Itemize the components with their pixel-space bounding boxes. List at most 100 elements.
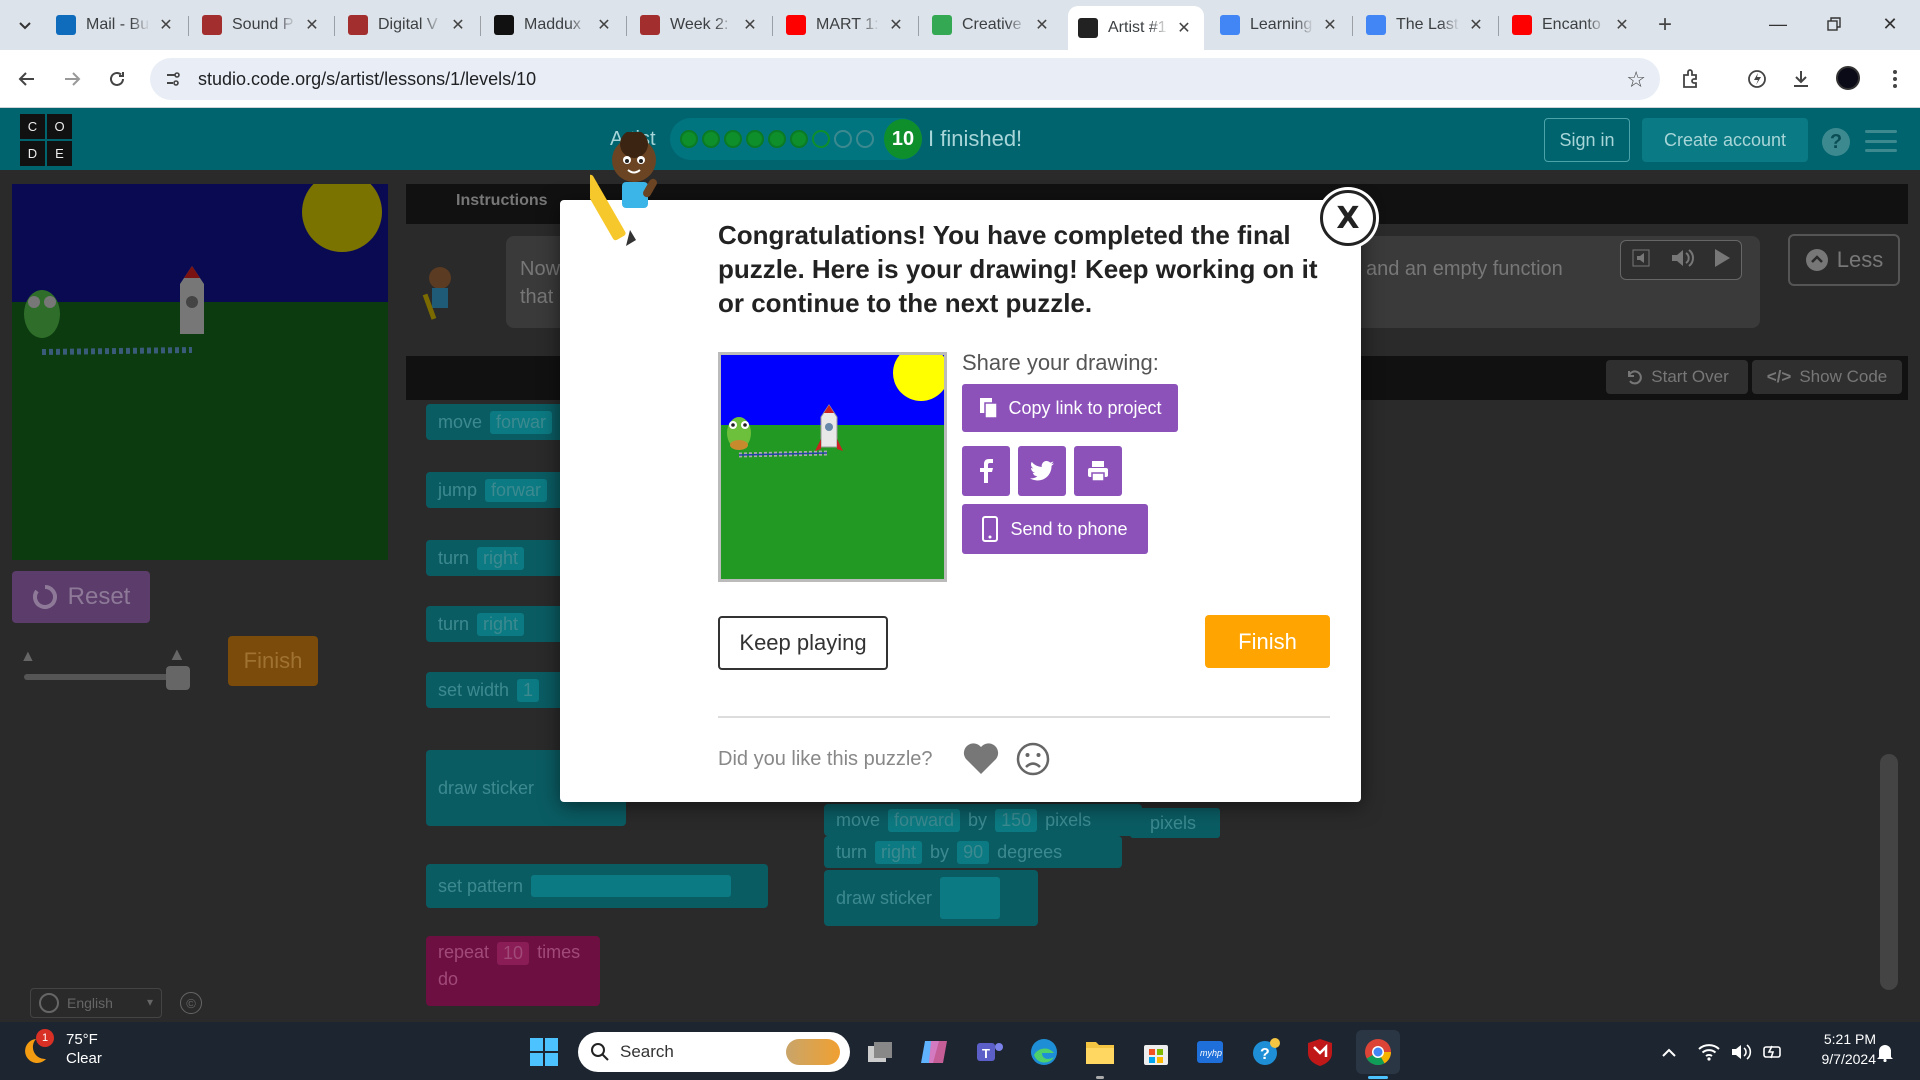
back-button[interactable]: [10, 62, 44, 96]
battery-icon[interactable]: [1760, 1034, 1786, 1070]
taskbar-search[interactable]: Search: [578, 1032, 850, 1072]
frown-icon[interactable]: [1016, 742, 1050, 776]
block-dropdown[interactable]: right: [477, 612, 525, 636]
code-block-move[interactable]: move forward by 150 pixels: [824, 804, 1142, 836]
progress-dot-7[interactable]: [812, 130, 830, 148]
workspace-scrollbar[interactable]: [1880, 754, 1898, 990]
finished-text[interactable]: I finished!: [928, 126, 1022, 152]
minimize-button[interactable]: —: [1750, 6, 1806, 42]
mcafee-icon[interactable]: [1302, 1034, 1338, 1070]
reset-button[interactable]: Reset: [12, 571, 150, 623]
performance-icon[interactable]: [1742, 64, 1772, 94]
hamburger-menu-icon[interactable]: [1865, 130, 1897, 152]
block-value[interactable]: 90: [957, 840, 990, 864]
task-view-icon[interactable]: [862, 1034, 898, 1070]
extensions-icon[interactable]: [1676, 64, 1706, 94]
tab-close-icon[interactable]: ✕: [302, 15, 322, 35]
code-block-turn[interactable]: turn right by 90 degrees: [824, 836, 1122, 868]
teams-icon[interactable]: T: [972, 1034, 1008, 1070]
speaker-icon[interactable]: [1669, 247, 1695, 274]
progress-dot-5[interactable]: [768, 130, 786, 148]
browser-menu-icon[interactable]: [1880, 64, 1910, 94]
send-to-phone-button[interactable]: Send to phone: [962, 504, 1148, 554]
browser-tab[interactable]: Week 2: ✕: [630, 6, 770, 44]
finish-button-background[interactable]: Finish: [228, 636, 318, 686]
browser-tab[interactable]: Creative ✕: [922, 6, 1062, 44]
browser-tab[interactable]: Mail - Bu ✕: [46, 6, 186, 44]
progress-dot-6[interactable]: [790, 130, 808, 148]
current-level-badge[interactable]: 10: [884, 119, 922, 159]
tab-close-icon[interactable]: ✕: [1174, 18, 1194, 38]
profile-avatar[interactable]: [1836, 66, 1860, 90]
toolbox-block-set-pattern[interactable]: set pattern: [426, 864, 768, 908]
weather-widget[interactable]: 1 75°F Clear: [24, 1029, 102, 1068]
browser-tab[interactable]: Encanto ✕: [1502, 6, 1642, 44]
forward-button[interactable]: [55, 62, 89, 96]
play-icon[interactable]: [1712, 247, 1732, 274]
edge-icon[interactable]: [1026, 1034, 1062, 1070]
file-explorer-icon[interactable]: [1082, 1034, 1118, 1070]
block-value[interactable]: 10: [497, 942, 530, 965]
windows-start-icon[interactable]: [526, 1034, 562, 1070]
get-help-icon[interactable]: ?: [1248, 1034, 1284, 1070]
copy-link-button[interactable]: Copy link to project: [962, 384, 1178, 432]
restore-button[interactable]: [1806, 6, 1862, 42]
block-dropdown[interactable]: forwar: [485, 478, 548, 502]
less-button[interactable]: Less: [1788, 234, 1900, 286]
block-dropdown[interactable]: right: [875, 840, 923, 864]
address-bar[interactable]: studio.code.org/s/artist/lessons/1/level…: [150, 58, 1660, 100]
keep-playing-button[interactable]: Keep playing: [718, 616, 888, 670]
share-facebook-button[interactable]: [962, 446, 1010, 496]
help-icon[interactable]: ?: [1822, 128, 1850, 156]
tab-close-icon[interactable]: ✕: [740, 15, 760, 35]
heart-icon[interactable]: [962, 742, 1000, 776]
progress-dot-8[interactable]: [834, 130, 852, 148]
new-tab-button[interactable]: +: [1650, 10, 1680, 40]
copilot-icon[interactable]: [916, 1034, 952, 1070]
show-code-button[interactable]: </> Show Code: [1752, 360, 1902, 394]
browser-tab[interactable]: The Last ✕: [1356, 6, 1496, 44]
start-over-button[interactable]: Start Over: [1606, 360, 1748, 394]
tab-close-icon[interactable]: ✕: [448, 15, 468, 35]
toolbox-block-repeat[interactable]: repeat 10 times do: [426, 936, 600, 1006]
chrome-icon[interactable]: [1356, 1030, 1400, 1074]
download-icon[interactable]: [1786, 64, 1816, 94]
myhp-icon[interactable]: myhp: [1192, 1034, 1228, 1070]
sign-in-button[interactable]: Sign in: [1544, 118, 1630, 162]
create-account-button[interactable]: Create account: [1642, 118, 1808, 162]
block-dropdown[interactable]: forward: [888, 808, 961, 832]
wifi-icon[interactable]: [1696, 1034, 1722, 1070]
microsoft-store-icon[interactable]: [1138, 1034, 1174, 1070]
bookmark-star-icon[interactable]: ☆: [1626, 67, 1646, 93]
mute-icon[interactable]: [1630, 247, 1652, 274]
browser-tab[interactable]: Sound P ✕: [192, 6, 332, 44]
close-window-button[interactable]: ✕: [1862, 6, 1918, 42]
progress-dot-3[interactable]: [724, 130, 742, 148]
browser-tab[interactable]: Learning ✕: [1210, 6, 1350, 44]
sticker-dropdown[interactable]: [940, 877, 1001, 919]
print-button[interactable]: [1074, 446, 1122, 496]
block-value[interactable]: 150: [995, 808, 1038, 832]
tab-close-icon[interactable]: ✕: [156, 15, 176, 35]
block-dropdown[interactable]: right: [477, 546, 525, 570]
tab-search-button[interactable]: [8, 8, 42, 42]
tab-instructions[interactable]: Instructions: [456, 192, 548, 210]
code-org-logo[interactable]: CODE: [20, 114, 72, 166]
progress-dot-9[interactable]: [856, 130, 874, 148]
finish-button[interactable]: Finish: [1205, 615, 1330, 668]
share-twitter-button[interactable]: [1018, 446, 1066, 496]
browser-tab[interactable]: MART 1: ✕: [776, 6, 916, 44]
language-select[interactable]: English ▾: [30, 988, 162, 1018]
clock[interactable]: 5:21 PM 9/7/2024: [1790, 1031, 1877, 1067]
browser-tab[interactable]: Artist #1 ✕: [1068, 6, 1204, 50]
speed-slider[interactable]: [24, 674, 184, 680]
notification-bell-icon[interactable]: [1870, 1034, 1900, 1070]
code-block-draw-sticker[interactable]: draw sticker: [824, 870, 1038, 926]
tab-close-icon[interactable]: ✕: [886, 15, 906, 35]
tab-close-icon[interactable]: ✕: [1612, 15, 1632, 35]
progress-dot-4[interactable]: [746, 130, 764, 148]
progress-dot-1[interactable]: [680, 130, 698, 148]
block-dropdown[interactable]: forwar: [490, 410, 553, 434]
copyright-icon[interactable]: ©: [180, 992, 202, 1014]
tab-close-icon[interactable]: ✕: [594, 15, 614, 35]
